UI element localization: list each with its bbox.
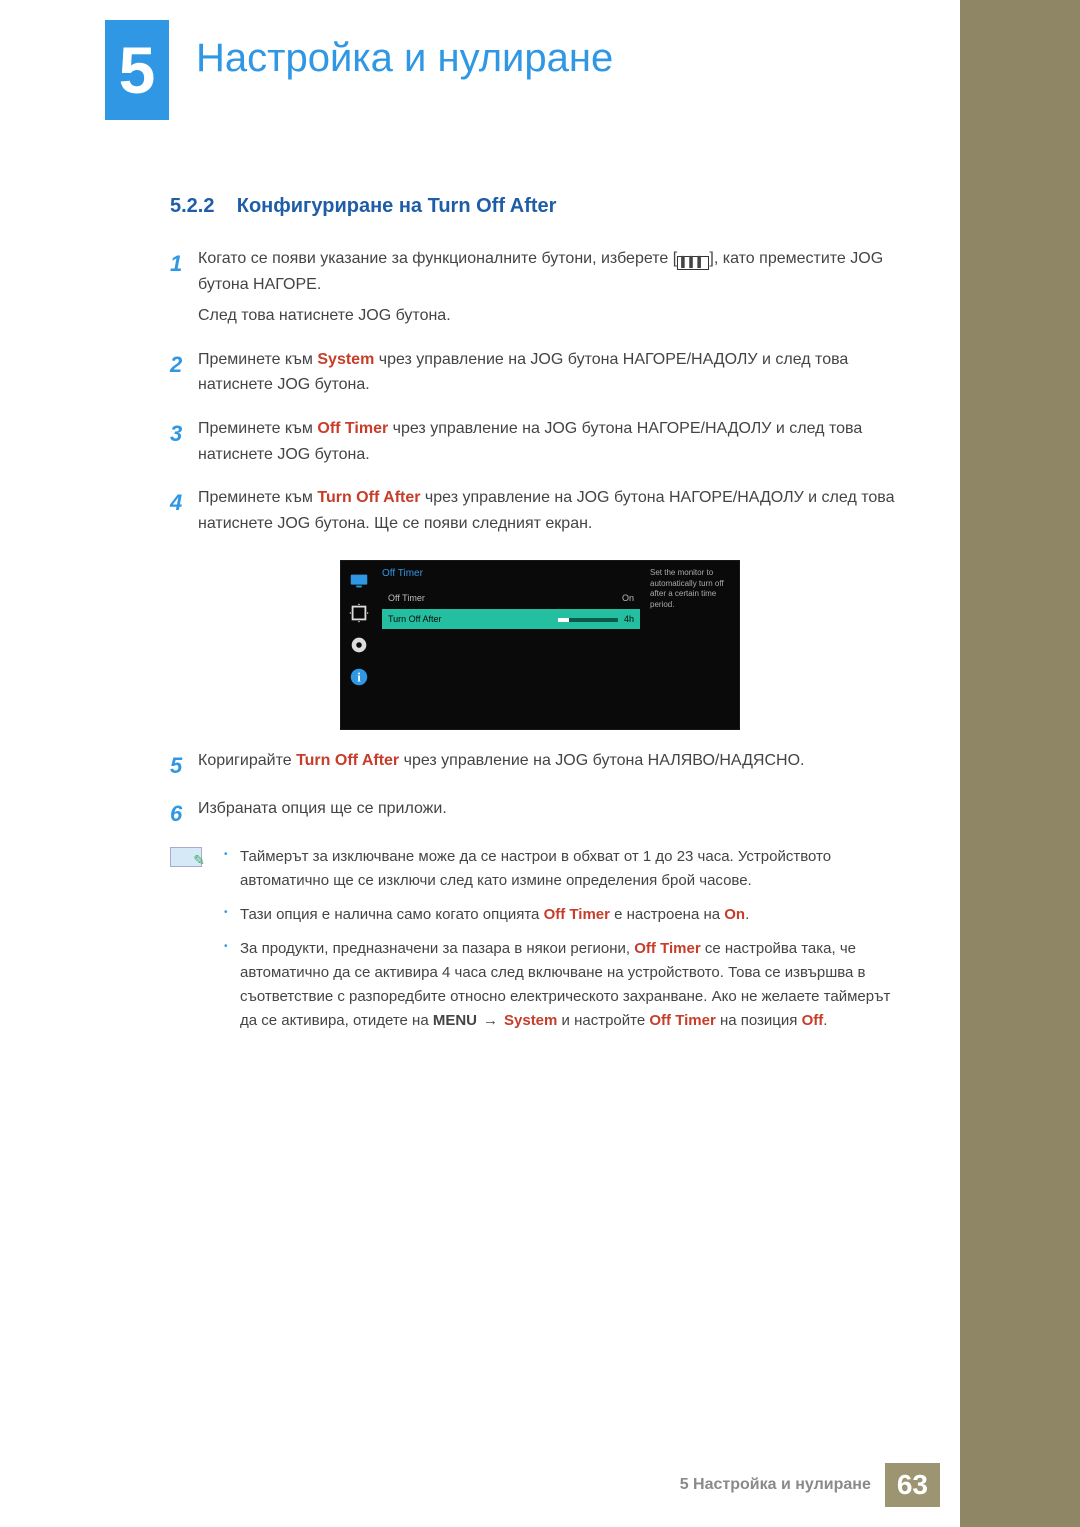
step-number: 5 (170, 748, 198, 783)
side-strip (960, 0, 1080, 1527)
section-heading: 5.2.2 Конфигуриране на Turn Off After (170, 190, 910, 222)
gear-icon (348, 634, 370, 656)
osd-row-turn-off-after: Turn Off After 4h (382, 609, 640, 629)
chapter-badge: 5 (105, 20, 169, 120)
chapter-number: 5 (119, 37, 156, 103)
osd-label: Turn Off After (388, 612, 442, 626)
step-4: 4 Преминете към Turn Off After чрез упра… (170, 485, 910, 542)
arrow-icon: → (483, 1009, 498, 1033)
step-text: Преминете към (198, 489, 317, 506)
monitor-icon (348, 570, 370, 592)
step-number: 6 (170, 796, 198, 831)
note-text: на позиция (716, 1012, 802, 1029)
footer: 5 Настройка и нулиране 63 (680, 1463, 940, 1507)
step-body: Коригирайте Turn Off After чрез управлен… (198, 748, 910, 783)
keyword-off-timer: Off Timer (317, 420, 388, 437)
section-number: 5.2.2 (170, 195, 214, 217)
note-icon (170, 847, 202, 867)
step-text: Преминете към (198, 420, 317, 437)
keyword-off-timer: Off Timer (649, 1012, 715, 1029)
osd-screenshot: i Off Timer Off Timer On Turn Off After … (340, 560, 910, 730)
content-area: 5.2.2 Конфигуриране на Turn Off After 1 … (170, 190, 910, 1043)
osd-slider (558, 618, 618, 622)
step-body: Преминете към Turn Off After чрез управл… (198, 485, 910, 542)
keyword-off-timer: Off Timer (544, 906, 610, 923)
menu-icon: ▌▌▌ (677, 256, 709, 270)
step-text: Избраната опция ще се приложи. (198, 796, 910, 822)
step-number: 2 (170, 347, 198, 404)
osd-value: On (622, 591, 634, 605)
step-body: Когато се появи указание за функционални… (198, 246, 910, 335)
note-text: Тази опция е налична само когато опцията (240, 906, 544, 923)
step-number: 3 (170, 416, 198, 473)
step-body: Преминете към System чрез управление на … (198, 347, 910, 404)
chapter-title: Настройка и нулиране (196, 36, 613, 81)
step-number: 4 (170, 485, 198, 542)
step-body: Избраната опция ще се приложи. (198, 796, 910, 831)
note-text: За продукти, предназначени за пазара в н… (240, 940, 634, 957)
step-1: 1 Когато се появи указание за функционал… (170, 246, 910, 335)
keyword-off-timer: Off Timer (634, 940, 700, 957)
note-text: Таймерът за изключване може да се настро… (240, 848, 831, 889)
footer-label: 5 Настройка и нулиране (680, 1476, 871, 1494)
keyword-turn-off-after: Turn Off After (317, 489, 420, 506)
osd-value: 4h (624, 612, 634, 626)
step-5: 5 Коригирайте Turn Off After чрез управл… (170, 748, 910, 783)
note-block: Таймерът за изключване може да се настро… (170, 845, 910, 1043)
keyword-system: System (317, 351, 374, 368)
step-number: 1 (170, 246, 198, 335)
step-text: След това натиснете JOG бутона. (198, 303, 910, 329)
step-6: 6 Избраната опция ще се приложи. (170, 796, 910, 831)
osd-panel: i Off Timer Off Timer On Turn Off After … (340, 560, 740, 730)
expand-icon (348, 602, 370, 624)
step-2: 2 Преминете към System чрез управление н… (170, 347, 910, 404)
svg-text:i: i (357, 671, 361, 685)
keyword-on: On (724, 906, 745, 923)
osd-breadcrumb: Off Timer (382, 566, 640, 582)
note-item: Таймерът за изключване може да се настро… (224, 845, 910, 893)
keyword-turn-off-after: Turn Off After (296, 752, 399, 769)
osd-sidebar: i (340, 560, 378, 730)
keyword-menu: MENU (433, 1012, 477, 1029)
osd-main: Off Timer Off Timer On Turn Off After 4h (378, 560, 644, 730)
step-text: чрез управление на JOG бутона НАЛЯВО/НАД… (399, 752, 804, 769)
step-text: Когато се появи указание за функционални… (198, 250, 677, 267)
page-number: 63 (885, 1463, 940, 1507)
step-body: Преминете към Off Timer чрез управление … (198, 416, 910, 473)
note-list: Таймерът за изключване може да се настро… (216, 845, 910, 1043)
note-item: Тази опция е налична само когато опцията… (224, 903, 910, 927)
osd-help-text: Set the monitor to automatically turn of… (644, 560, 740, 730)
note-text: и настройте (557, 1012, 649, 1029)
step-text: Коригирайте (198, 752, 296, 769)
step-3: 3 Преминете към Off Timer чрез управлени… (170, 416, 910, 473)
note-text: . (823, 1012, 827, 1029)
info-icon: i (348, 666, 370, 688)
osd-row-off-timer: Off Timer On (382, 588, 640, 608)
note-text: . (745, 906, 749, 923)
section-title: Конфигуриране на Turn Off After (237, 195, 557, 217)
step-text: Преминете към (198, 351, 317, 368)
osd-label: Off Timer (388, 591, 425, 605)
note-item: За продукти, предназначени за пазара в н… (224, 937, 910, 1033)
note-text: е настроена на (610, 906, 724, 923)
keyword-system: System (504, 1012, 557, 1029)
keyword-off: Off (802, 1012, 824, 1029)
